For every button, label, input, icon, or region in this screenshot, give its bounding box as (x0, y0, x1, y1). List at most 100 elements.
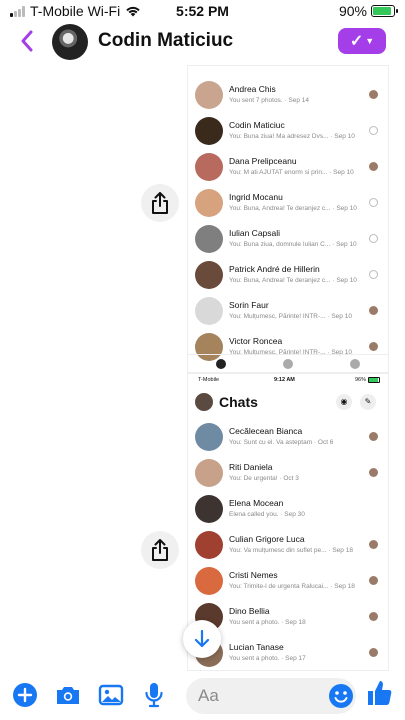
list-item[interactable]: Riti Daniela You: De urgenta! · Oct 3 (188, 456, 388, 492)
select-messages-button[interactable]: ✓ ▼ (338, 28, 386, 54)
chat-preview: You: Buna, Andrea! Te deranjez c... · Se… (229, 277, 357, 284)
seen-avatar-icon (369, 90, 378, 99)
chat-avatar (195, 189, 223, 217)
list-item[interactable]: Codin Maticiuc You: Buna ziua! Ma adresez… (188, 114, 388, 150)
plus-circle-icon (13, 683, 37, 707)
seen-avatar-icon (369, 432, 378, 441)
seen-avatar-icon (369, 648, 378, 657)
seen-avatar-icon (369, 468, 378, 477)
tab-bar (188, 354, 388, 372)
voice-button[interactable] (141, 682, 167, 708)
chat-preview: You: De urgenta! · Oct 3 (229, 475, 299, 482)
chats-tab-icon (216, 358, 227, 369)
list-item[interactable]: Dana Prelipceanu You: M ati AJUTAT enorm … (188, 150, 388, 186)
composer-bar (0, 672, 405, 720)
my-avatar (195, 393, 213, 411)
message-field[interactable] (186, 678, 356, 714)
chat-avatar (195, 117, 223, 145)
chat-preview: You sent a photo. · Sep 18 (229, 619, 306, 626)
chat-avatar (195, 297, 223, 325)
camera-button[interactable] (55, 682, 81, 708)
share-icon (152, 539, 168, 561)
compose-icon: ✎ (360, 394, 376, 410)
status-bar: T-Mobile Wi-Fi 5:52 PM 90% (0, 0, 405, 20)
emoji-icon[interactable] (328, 683, 354, 709)
share-icon (152, 192, 168, 214)
chat-avatar (195, 459, 223, 487)
chat-avatar (195, 423, 223, 451)
seen-avatar-icon (369, 342, 378, 351)
chat-avatar (195, 153, 223, 181)
chat-avatar (195, 495, 223, 523)
scroll-to-bottom-button[interactable] (183, 620, 221, 658)
like-button[interactable] (366, 680, 392, 706)
mini-battery: 96% (354, 377, 366, 383)
list-item[interactable]: Elena Mocean Elena called you. · Sep 30 (188, 492, 388, 528)
mini-battery-icon (368, 377, 380, 383)
chat-avatar (195, 225, 223, 253)
chat-avatar (195, 81, 223, 109)
list-item[interactable]: Cecălecean Bianca You: Sunt cu el. Va ast… (188, 420, 388, 456)
chat-name: Codin Maticiuc (229, 120, 285, 130)
list-item[interactable]: Sorin Faur You: Mulțumesc, Părinte! INTR-… (188, 294, 388, 330)
sent-status-icon (369, 234, 378, 243)
chat-list: Andrea Chis You sent 7 photos. · Sep 14 Co… (188, 78, 388, 366)
arrow-down-icon (194, 630, 210, 648)
share-button[interactable] (141, 531, 179, 569)
list-item[interactable]: Cristi Nemes You: Trimite-l de urgenta Ra… (188, 564, 388, 600)
chat-name: Culian Grigore Luca (229, 534, 305, 544)
seen-avatar-icon (369, 306, 378, 315)
sent-status-icon (369, 126, 378, 135)
chat-avatar (195, 531, 223, 559)
people-tab-icon (282, 358, 293, 369)
chat-name: Riti Daniela (229, 462, 273, 472)
list-item[interactable]: Culian Grigore Luca You: Va mulțumesc din… (188, 528, 388, 564)
seen-avatar-icon (369, 576, 378, 585)
gallery-button[interactable] (98, 682, 124, 708)
sent-status-icon (369, 270, 378, 279)
camera-icon: ◉ (336, 394, 352, 410)
chat-preview: You: Mulțumesc, Părinte! INTR-... · Sep … (229, 313, 352, 320)
battery-group: 90% (339, 3, 398, 19)
chat-preview: You: Buna ziua! Ma adresez Dvs... · Sep … (229, 133, 355, 140)
chat-name: Lucian Tanase (229, 642, 284, 652)
camera-icon (57, 687, 79, 704)
chat-preview: You: Va mulțumesc din suflet pe... · Sep… (229, 547, 353, 554)
back-chevron-icon[interactable] (20, 30, 34, 52)
discover-tab-icon (349, 358, 360, 369)
mini-carrier: T-Mobile (198, 377, 220, 383)
seen-avatar-icon (369, 540, 378, 549)
contact-avatar[interactable] (52, 24, 88, 60)
microphone-icon (145, 683, 163, 708)
chat-preview: You sent 7 photos. · Sep 14 (229, 97, 309, 104)
chat-name: Cecălecean Bianca (229, 426, 303, 436)
chats-header: Chats ◉ ✎ (188, 388, 388, 416)
chat-avatar (195, 261, 223, 289)
share-button[interactable] (141, 184, 179, 222)
check-icon: ✓ (349, 33, 364, 50)
more-actions-button[interactable] (12, 682, 38, 708)
chat-preview: You: Buna ziua, domnule Iulian C... · Se… (229, 241, 357, 248)
thumbs-up-icon (368, 681, 392, 705)
message-input[interactable] (186, 678, 306, 714)
chat-name: Dana Prelipceanu (229, 156, 297, 166)
chat-name: Victor Roncea (229, 336, 283, 346)
list-item[interactable]: Patrick André de Hillerin You: Buna, Andr… (188, 258, 388, 294)
mini-time: 9:12 AM (274, 377, 295, 383)
chat-preview: Elena called you. · Sep 30 (229, 511, 305, 518)
chat-name: Andrea Chis (229, 84, 276, 94)
chat-name: Cristi Nemes (229, 570, 278, 580)
chat-preview: You sent a photo. · Sep 17 (229, 655, 306, 662)
list-item[interactable]: Ingrid Mocanu You: Buna, Andrea! Te deran… (188, 186, 388, 222)
chat-name: Sorin Faur (229, 300, 269, 310)
seen-avatar-icon (369, 612, 378, 621)
shared-screenshot-chat-list-1[interactable]: Andrea Chis You sent 7 photos. · Sep 14 Co… (188, 66, 388, 372)
mini-status-bar: T-Mobile 9:12 AM 96% (188, 374, 388, 386)
chat-name: Ingrid Mocanu (229, 192, 283, 202)
chat-name: Elena Mocean (229, 498, 284, 508)
list-item[interactable]: Andrea Chis You sent 7 photos. · Sep 14 (188, 78, 388, 114)
chat-avatar (195, 567, 223, 595)
list-item[interactable]: Iulian Capsali You: Buna ziua, domnule Iu… (188, 222, 388, 258)
contact-name[interactable]: Codin Maticiuc (98, 30, 233, 52)
shared-screenshot-chat-list-2[interactable]: T-Mobile 9:12 AM 96% Chats ◉ ✎ Cecălecea… (188, 374, 388, 670)
